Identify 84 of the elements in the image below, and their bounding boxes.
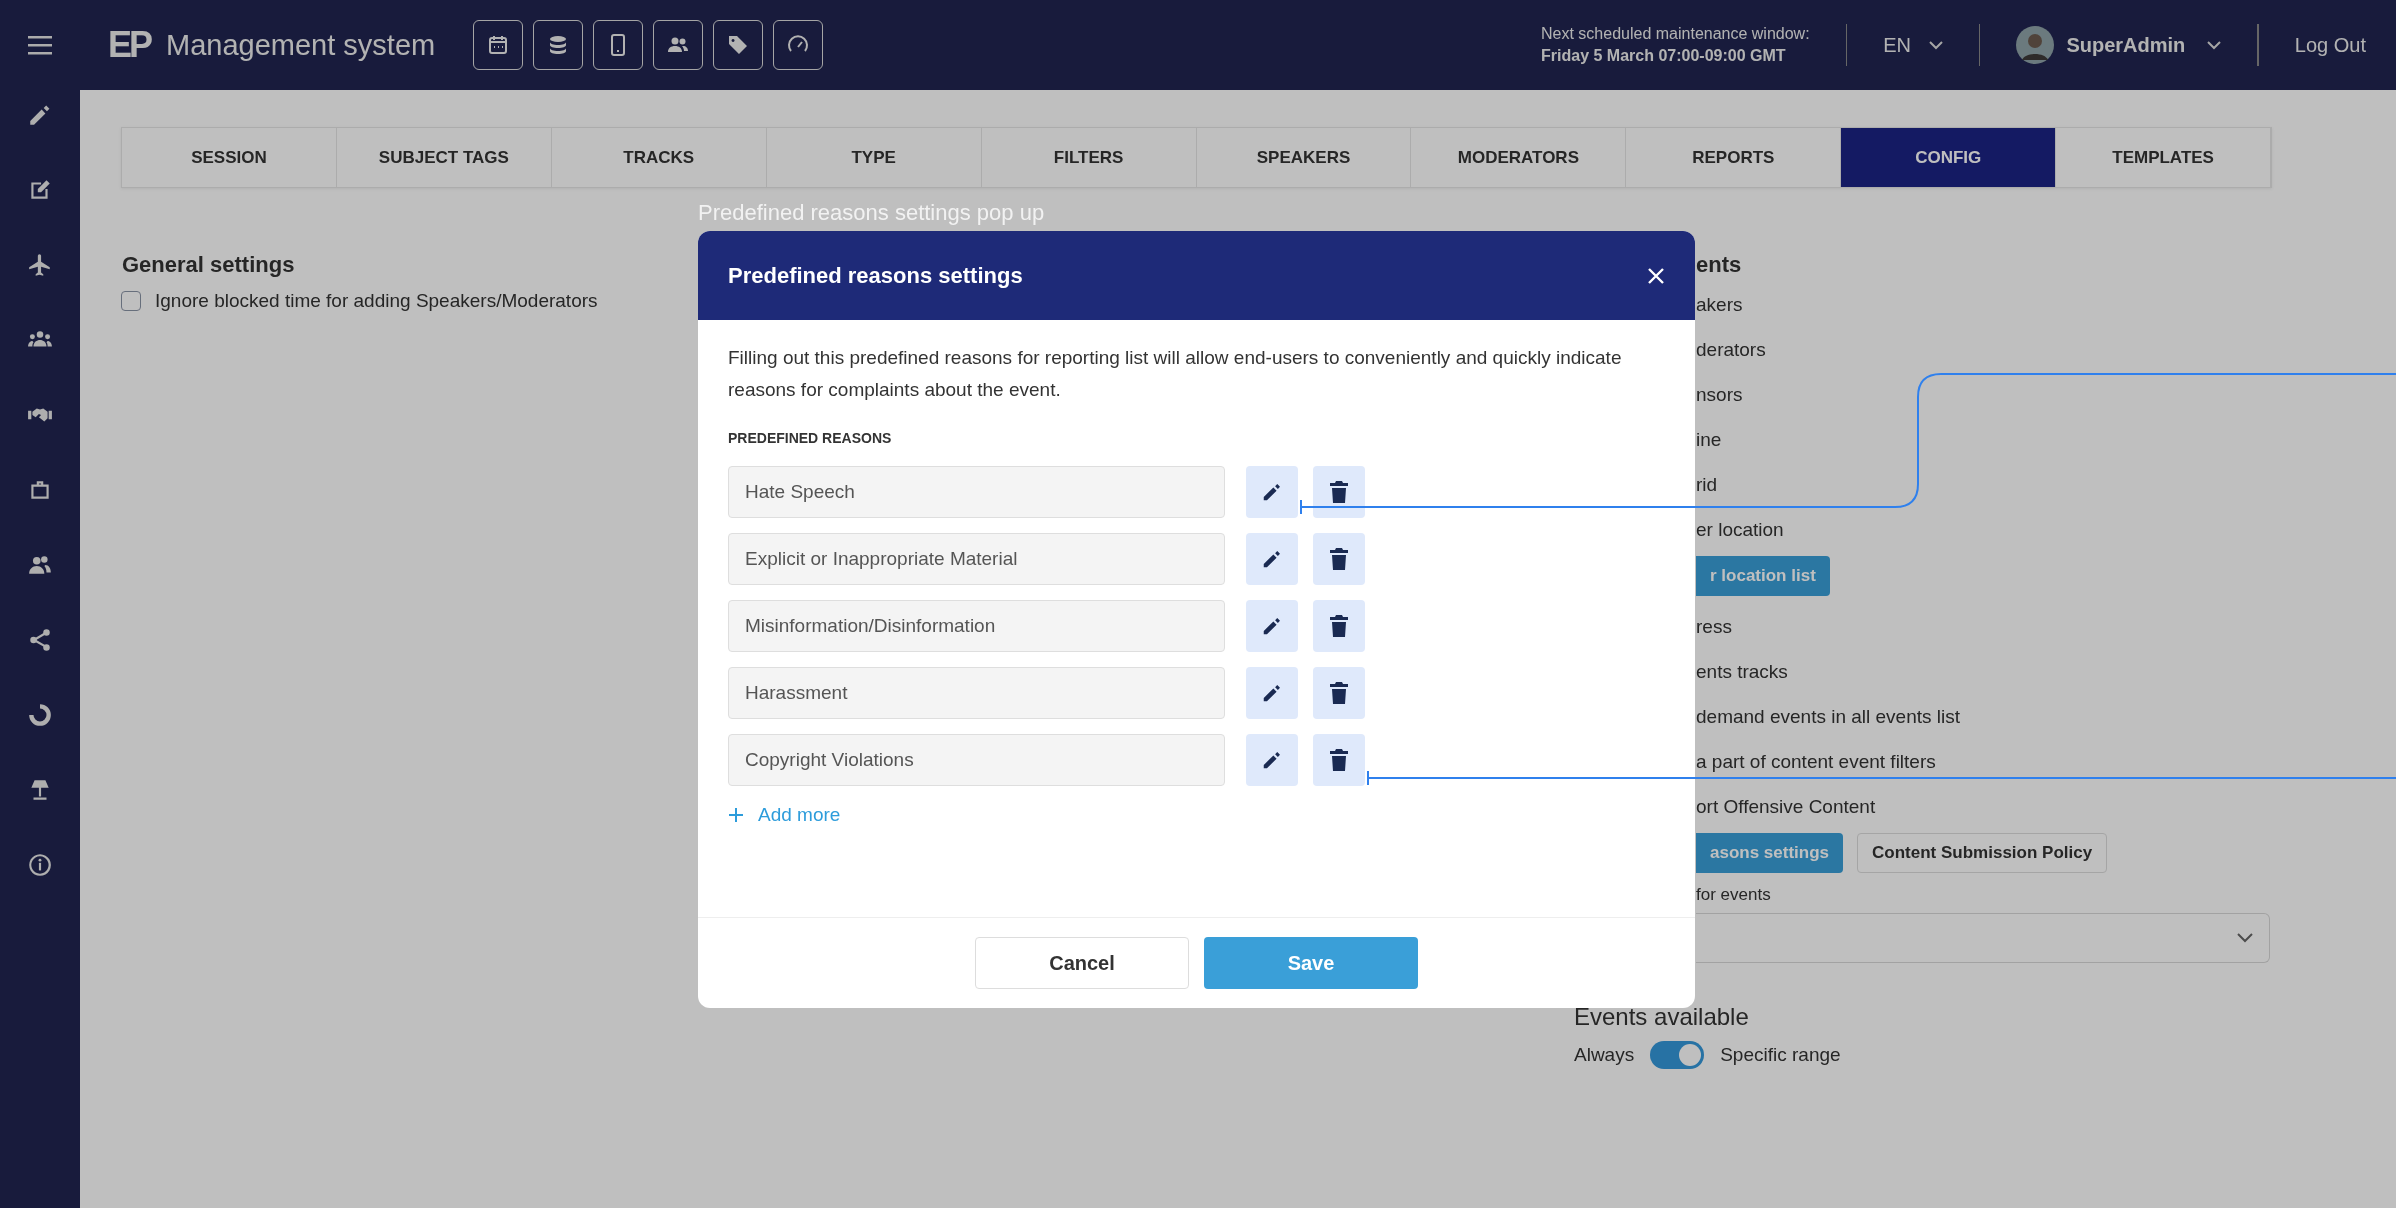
chevron-icon: [2237, 933, 2253, 943]
section-title: General settings: [122, 251, 295, 279]
tab[interactable]: REPORTS: [1626, 128, 1842, 187]
pencil-icon: [1261, 548, 1283, 570]
trash-icon: [1329, 682, 1349, 704]
pencil-icon: [1261, 481, 1283, 503]
tab[interactable]: TRACKS: [551, 128, 767, 187]
plane-icon[interactable]: [27, 252, 53, 278]
modal-title: Predefined reasons settings: [728, 262, 1023, 289]
cancel-button[interactable]: Cancel: [975, 937, 1189, 989]
delete-button[interactable]: [1313, 734, 1365, 786]
edit-button[interactable]: [1246, 734, 1298, 786]
reason-field[interactable]: Explicit or Inappropriate Material: [728, 533, 1225, 585]
reason-field[interactable]: Harassment: [728, 667, 1225, 719]
checkbox-label: Ignore blocked time for adding Speakers/Moderators: [155, 290, 598, 312]
edit-button[interactable]: [1246, 600, 1298, 652]
gauge-icon[interactable]: [773, 20, 824, 70]
action-button[interactable]: Content Submission Policy: [1857, 833, 2108, 873]
option-label: ents tracks: [1696, 660, 1788, 684]
option-label: derators: [1696, 338, 1766, 362]
option-label: er location: [1696, 518, 1784, 542]
tab[interactable]: CONFIG: [1841, 128, 2057, 187]
database-icon[interactable]: [533, 20, 584, 70]
trash-icon: [1329, 749, 1349, 771]
option-label: rid: [1696, 473, 1718, 497]
option-label: a part of content event filters: [1696, 750, 1936, 774]
toggle-switch[interactable]: [1650, 1041, 1705, 1069]
tab[interactable]: TEMPLATES: [2056, 128, 2272, 187]
option-label: ort Offensive Content: [1696, 795, 1876, 819]
option-label: ress: [1696, 615, 1732, 639]
option-label: ine: [1696, 428, 1722, 452]
user-menu[interactable]: SuperAdmin: [2016, 26, 2222, 64]
avatar: [2016, 26, 2055, 64]
section-title: ents: [1696, 251, 1742, 279]
edit-button[interactable]: [1246, 466, 1298, 518]
pencil-icon: [1261, 749, 1283, 771]
delete-button[interactable]: [1313, 667, 1365, 719]
tab[interactable]: SPEAKERS: [1196, 128, 1412, 187]
reason-field[interactable]: Misinformation/Disinformation: [728, 600, 1225, 652]
trash-icon: [1329, 481, 1349, 503]
delete-button[interactable]: [1313, 466, 1365, 518]
close-icon[interactable]: [1647, 266, 1665, 285]
tab[interactable]: MODERATORS: [1411, 128, 1627, 187]
edit-button[interactable]: [1246, 667, 1298, 719]
trash-icon: [1329, 615, 1349, 637]
section-title: Events available: [1574, 1003, 1749, 1031]
chevron-icon: [1928, 40, 1943, 50]
delete-button[interactable]: [1313, 533, 1365, 585]
checkbox[interactable]: [121, 291, 141, 311]
tag-icon[interactable]: [713, 20, 764, 70]
edit-button[interactable]: [1246, 533, 1298, 585]
tab[interactable]: SUBJECT TAGS: [336, 128, 552, 187]
section-label: PREDEFINED REASONS: [728, 430, 893, 446]
language-dropdown[interactable]: EN: [1883, 33, 1943, 57]
calendar-icon[interactable]: [473, 20, 524, 70]
share-icon[interactable]: [27, 627, 53, 653]
tab[interactable]: SESSION: [122, 128, 337, 187]
maintenance-time: Friday 5 March 07:00-09:00 GMT: [1541, 46, 1787, 66]
reason-field[interactable]: Hate Speech: [728, 466, 1225, 518]
option-label: demand events in all events list: [1696, 705, 1961, 729]
option-label: akers: [1696, 293, 1743, 317]
tab[interactable]: FILTERS: [981, 128, 1197, 187]
plus-icon: [728, 807, 744, 823]
reason-field[interactable]: Copyright Violations: [728, 734, 1225, 786]
toggle-label: Specific range: [1720, 1044, 1841, 1066]
users-icon[interactable]: [653, 20, 704, 70]
option-label: nsors: [1696, 383, 1743, 407]
logout-link[interactable]: Log Out: [2294, 33, 2366, 57]
pencil-icon: [1261, 615, 1283, 637]
pencil-icon: [1261, 682, 1283, 704]
app-title: Management system: [166, 28, 436, 62]
delete-button[interactable]: [1313, 600, 1365, 652]
info-icon[interactable]: [27, 852, 53, 878]
chevron-icon: [2207, 40, 2222, 50]
donut-icon[interactable]: [27, 702, 53, 728]
maintenance-label: Next scheduled maintenance window:: [1541, 24, 1810, 44]
logo: EP: [108, 24, 151, 66]
toggle-label: Always: [1574, 1044, 1635, 1066]
field-label: for events: [1696, 885, 1771, 905]
select-field[interactable]: [1696, 913, 2270, 963]
description: Filling out this predefined reasons for reporting list will allow end-users to conveniently and quickly indicate reasons for complaints about the event.: [728, 346, 1623, 402]
trash-icon: [1329, 548, 1349, 570]
phone-icon[interactable]: [593, 20, 644, 70]
tab[interactable]: TYPE: [766, 128, 982, 187]
